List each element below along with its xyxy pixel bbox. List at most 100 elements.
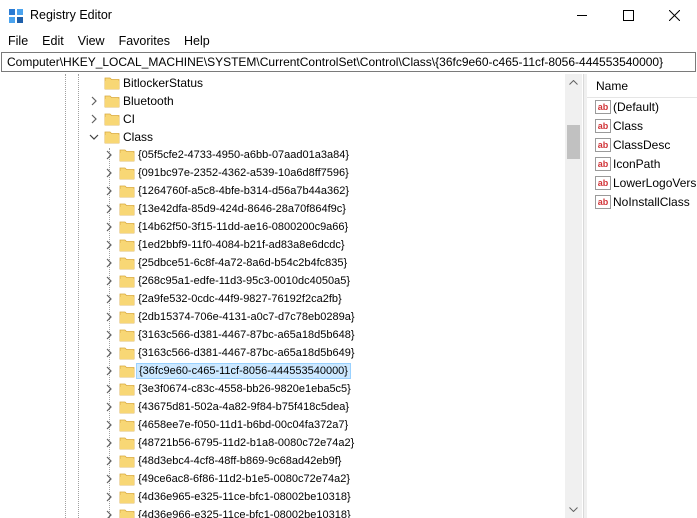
chevron-right-icon[interactable] — [104, 186, 114, 196]
chevron-right-icon[interactable] — [104, 276, 114, 286]
tree-node[interactable]: CI — [1, 110, 566, 128]
value-row[interactable]: ab NoInstallClass — [593, 193, 697, 211]
tree-node-label: {48d3ebc4-4cf8-48ff-b869-9c68ad42eb9f} — [138, 455, 342, 467]
tree-node[interactable]: {4658ee7e-f050-11d1-b6bd-00c04fa372a7} — [1, 416, 566, 434]
chevron-right-icon[interactable] — [104, 330, 114, 340]
tree-node[interactable]: {2a9fe532-0cdc-44f9-9827-76192f2ca2fb} — [1, 290, 566, 308]
close-button[interactable] — [651, 0, 697, 31]
value-row[interactable]: ab (Default) — [593, 98, 697, 116]
folder-icon — [119, 239, 135, 252]
string-value-icon: ab — [595, 138, 611, 152]
chevron-right-icon[interactable] — [104, 510, 114, 518]
chevron-right-icon[interactable] — [104, 438, 114, 448]
tree-node[interactable]: {1ed2bbf9-11f0-4084-b21f-ad83a8e6dcdc} — [1, 236, 566, 254]
chevron-right-icon[interactable] — [104, 456, 114, 466]
folder-icon — [119, 383, 135, 396]
scroll-up-button[interactable] — [565, 74, 582, 91]
tree-node[interactable]: Class — [1, 128, 566, 146]
tree-node-label: {25dbce51-6c8f-4a72-8a6d-b54c2b4fc835} — [138, 257, 348, 269]
tree-node-label: {268c95a1-edfe-11d3-95c3-0010dc4050a5} — [138, 275, 351, 287]
tree-node[interactable]: {3163c566-d381-4467-87bc-a65a18d5b648} — [1, 326, 566, 344]
chevron-right-icon[interactable] — [104, 402, 114, 412]
tree-node[interactable]: {1264760f-a5c8-4bfe-b314-d56a7b44a362} — [1, 182, 566, 200]
tree-node[interactable]: Bluetooth — [1, 92, 566, 110]
tree-node[interactable]: BitlockerStatus — [1, 74, 566, 92]
chevron-right-icon[interactable] — [104, 420, 114, 430]
maximize-icon — [622, 10, 634, 21]
svg-text:ab: ab — [598, 197, 609, 207]
svg-text:ab: ab — [598, 140, 609, 150]
value-row[interactable]: ab Class — [593, 117, 697, 135]
tree-node[interactable]: {4d36e965-e325-11ce-bfc1-08002be10318} — [1, 488, 566, 506]
tree-node[interactable]: {48d3ebc4-4cf8-48ff-b869-9c68ad42eb9f} — [1, 452, 566, 470]
folder-icon — [119, 329, 135, 342]
chevron-right-icon[interactable] — [104, 312, 114, 322]
folder-icon — [119, 167, 135, 180]
tree-node[interactable]: {268c95a1-edfe-11d3-95c3-0010dc4050a5} — [1, 272, 566, 290]
chevron-right-icon[interactable] — [104, 168, 114, 178]
tree-node[interactable]: {14b62f50-3f15-11dd-ae16-0800200c9a66} — [1, 218, 566, 236]
maximize-button[interactable] — [605, 0, 651, 31]
tree-node[interactable]: {43675d81-502a-4a82-9f84-b75f418c5dea} — [1, 398, 566, 416]
folder-icon — [119, 275, 135, 288]
value-row[interactable]: ab LowerLogoVersi — [593, 174, 697, 192]
folder-icon — [119, 257, 135, 270]
chevron-right-icon[interactable] — [104, 258, 114, 268]
chevron-right-icon[interactable] — [104, 384, 114, 394]
chevron-right-icon[interactable] — [104, 222, 114, 232]
chevron-down-icon[interactable] — [89, 132, 99, 142]
chevron-right-icon[interactable] — [104, 204, 114, 214]
scrollbar-thumb[interactable] — [567, 125, 580, 159]
tree-node-label: {14b62f50-3f15-11dd-ae16-0800200c9a66} — [138, 221, 349, 233]
tree-node-label: {3e3f0674-c83c-4558-bb26-9820e1eba5c5} — [138, 383, 351, 395]
key-tree: BitlockerStatus Bluetooth CI Class {05f5cfe2… — [1, 74, 583, 518]
value-row[interactable]: ab IconPath — [593, 155, 697, 173]
string-value-icon: ab — [595, 157, 611, 171]
chevron-right-icon[interactable] — [104, 474, 114, 484]
registry-editor-icon — [9, 9, 23, 23]
menu-view[interactable]: View — [71, 31, 112, 51]
folder-icon — [119, 293, 135, 306]
folder-icon — [119, 491, 135, 504]
menu-help[interactable]: Help — [177, 31, 217, 51]
tree-node[interactable]: {3163c566-d381-4467-87bc-a65a18d5b649} — [1, 344, 566, 362]
tree-node-selected[interactable]: {36fc9e60-c465-11cf-8056-444553540000} — [1, 362, 566, 380]
chevron-right-icon[interactable] — [104, 150, 114, 160]
tree-node[interactable]: {25dbce51-6c8f-4a72-8a6d-b54c2b4fc835} — [1, 254, 566, 272]
menu-file[interactable]: File — [0, 31, 35, 51]
value-row[interactable]: ab ClassDesc — [593, 136, 697, 154]
folder-icon — [119, 185, 135, 198]
string-value-icon: ab — [595, 119, 611, 133]
tree-node-label: {091bc97e-2352-4362-a539-10a6d8ff7596} — [138, 167, 349, 179]
chevron-right-icon[interactable] — [104, 492, 114, 502]
chevron-right-icon[interactable] — [104, 294, 114, 304]
tree-scrollbar[interactable] — [565, 74, 582, 518]
value-list: Name ab (Default) ab Class ab ClassDesc ab Icon… — [587, 74, 697, 518]
column-header-name[interactable]: Name — [587, 74, 697, 98]
menu-favorites[interactable]: Favorites — [112, 31, 177, 51]
svg-text:ab: ab — [598, 178, 609, 188]
chevron-right-icon[interactable] — [89, 114, 99, 124]
chevron-right-icon[interactable] — [104, 240, 114, 250]
menu-edit[interactable]: Edit — [35, 31, 71, 51]
tree-node[interactable]: {13e42dfa-85d9-424d-8646-28a70f864f9c} — [1, 200, 566, 218]
chevron-right-icon[interactable] — [104, 366, 114, 376]
tree-node[interactable]: {2db15374-706e-4131-a0c7-d7c78eb0289a} — [1, 308, 566, 326]
folder-icon — [119, 203, 135, 216]
chevron-right-icon[interactable] — [104, 348, 114, 358]
tree-node-label: {2db15374-706e-4131-a0c7-d7c78eb0289a} — [138, 311, 355, 323]
chevron-right-icon[interactable] — [89, 96, 99, 106]
tree-node[interactable]: {091bc97e-2352-4362-a539-10a6d8ff7596} — [1, 164, 566, 182]
tree-node-label: {43675d81-502a-4a82-9f84-b75f418c5dea} — [138, 401, 350, 413]
minimize-button[interactable] — [559, 0, 605, 31]
tree-node[interactable]: {05f5cfe2-4733-4950-a6bb-07aad01a3a84} — [1, 146, 566, 164]
tree-node-label: {2a9fe532-0cdc-44f9-9827-76192f2ca2fb} — [138, 293, 342, 305]
address-bar[interactable]: Computer\HKEY_LOCAL_MACHINE\SYSTEM\Curre… — [1, 52, 696, 72]
tree-node[interactable]: {48721b56-6795-11d2-b1a8-0080c72e74a2} — [1, 434, 566, 452]
tree-node[interactable]: {49ce6ac8-6f86-11d2-b1e5-0080c72e74a2} — [1, 470, 566, 488]
tree-node[interactable]: {3e3f0674-c83c-4558-bb26-9820e1eba5c5} — [1, 380, 566, 398]
folder-icon — [119, 401, 135, 414]
tree-node[interactable]: {4d36e966-e325-11ce-bfc1-08002be10318} — [1, 506, 566, 518]
scroll-down-button[interactable] — [565, 501, 582, 518]
tree-node-label: {4d36e966-e325-11ce-bfc1-08002be10318} — [138, 509, 351, 518]
